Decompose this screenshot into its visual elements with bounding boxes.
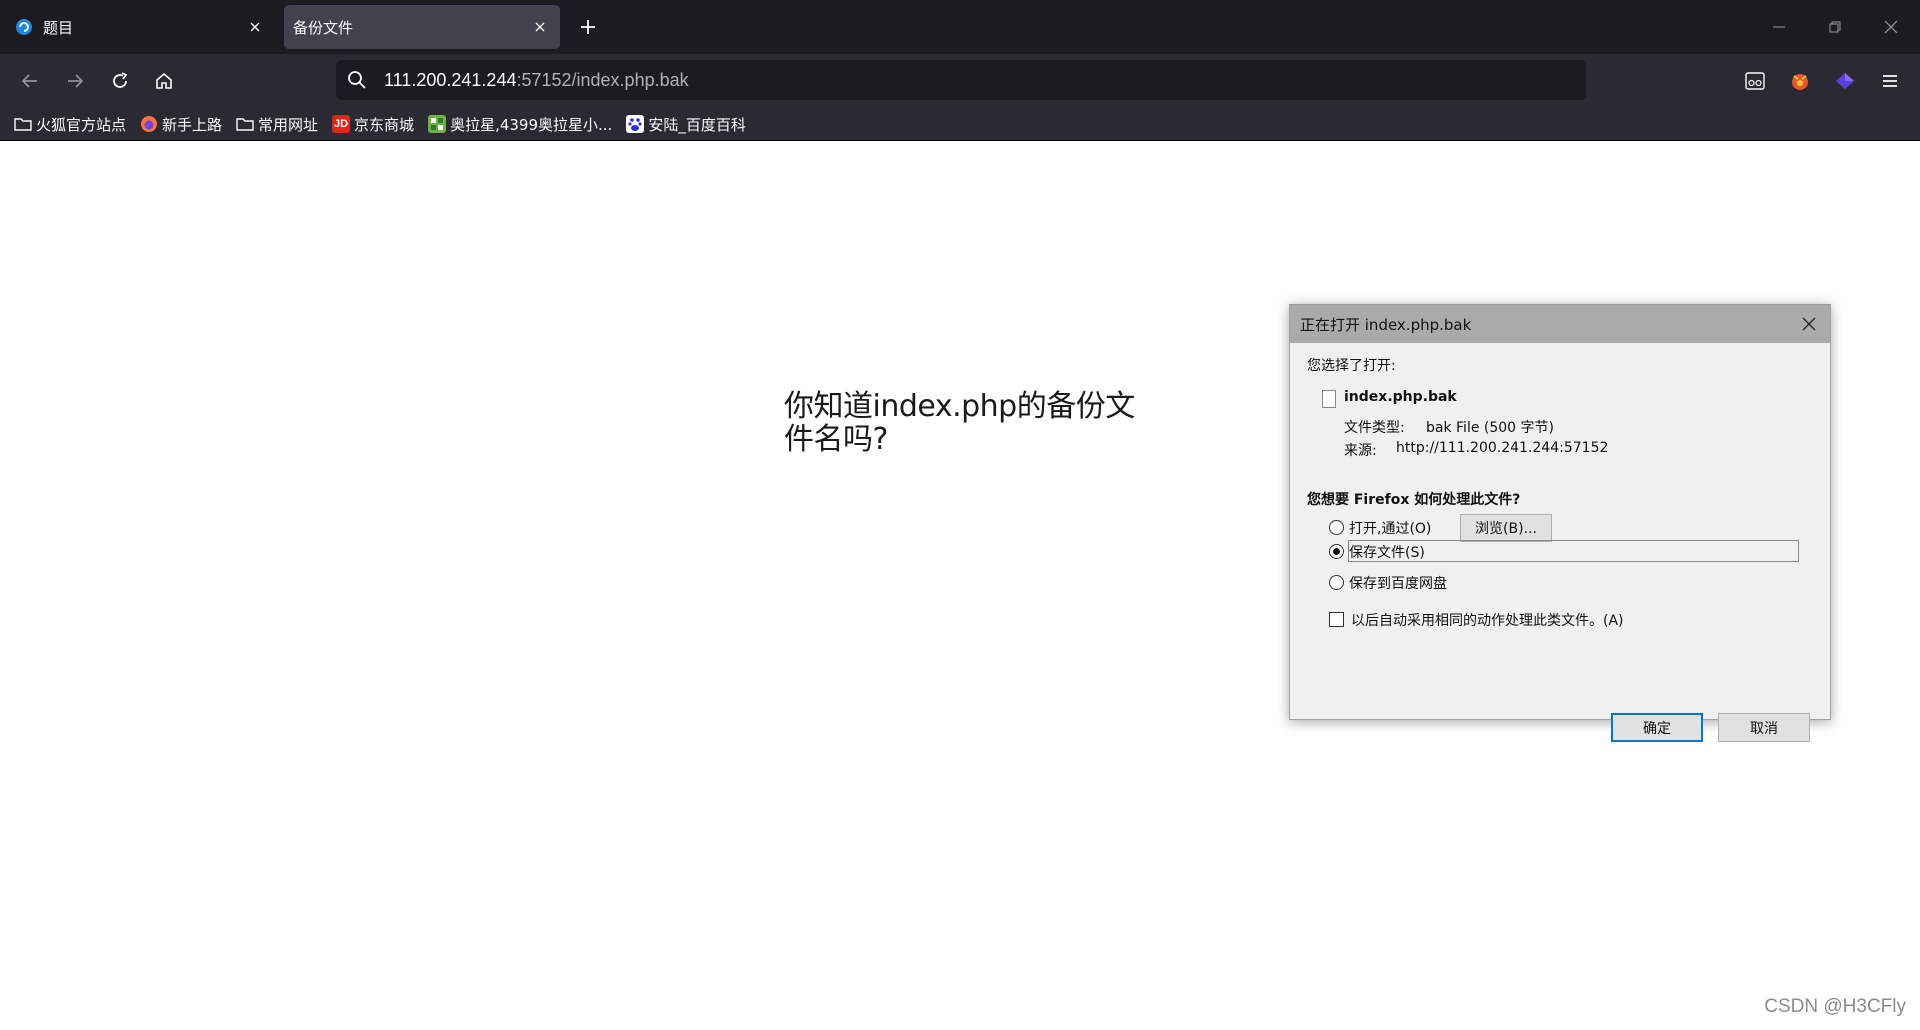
save-file-radio[interactable] (1329, 544, 1344, 559)
back-arrow-icon[interactable] (14, 65, 46, 97)
new-tab-button[interactable] (574, 13, 602, 41)
home-icon[interactable] (148, 65, 180, 97)
bookmark-label: 常用网址 (258, 115, 319, 134)
tab-label: 题目 (43, 18, 74, 37)
dialog-title: 正在打开 index.php.bak (1290, 305, 1830, 343)
bookmark-firefox-official[interactable]: 火狐官方站点 (14, 114, 126, 135)
bookmark-common-sites[interactable]: 常用网址 (236, 114, 318, 135)
forward-arrow-icon[interactable] (59, 65, 91, 97)
menu-icon[interactable] (1877, 68, 1903, 94)
remember-label[interactable]: 以后自动采用相同的动作处理此类文件。(A) (1351, 610, 1624, 630)
jd-icon: JD (332, 115, 351, 133)
site-favicon-icon (14, 17, 34, 37)
url-path: :57152/index.php.bak (516, 69, 689, 90)
bookmark-jd[interactable]: JD 京东商城 (332, 114, 414, 135)
tab-strip: 题目 备份文件 (0, 0, 1920, 54)
reader-mode-icon[interactable] (1742, 68, 1768, 94)
url-text: 111.200.241.244:57152/index.php.bak (384, 70, 689, 91)
source-value: http://111.200.241.244:57152 (1396, 440, 1609, 456)
bookmark-label: 京东商城 (354, 115, 415, 134)
tab-backup-file[interactable]: 备份文件 (284, 5, 560, 49)
restore-icon[interactable] (1816, 8, 1854, 46)
file-name: index.php.bak (1344, 389, 1457, 405)
source-label: 来源: (1344, 443, 1377, 459)
minimize-icon[interactable] (1760, 8, 1798, 46)
save-baidu-radio[interactable] (1329, 575, 1344, 590)
file-icon (1322, 390, 1336, 408)
bookmark-label: 奥拉星,4399奥拉星小... (450, 115, 613, 134)
cancel-button[interactable]: 取消 (1718, 713, 1810, 742)
bookmark-baidu-baike[interactable]: 安陆_百度百科 (626, 114, 746, 135)
bookmarks-toolbar: 火狐官方站点 新手上路 常用网址 JD 京东商城 奥拉星,4399奥拉星小...… (0, 108, 1920, 140)
fox-extension-icon[interactable] (1787, 68, 1813, 94)
tab-label: 备份文件 (293, 18, 354, 37)
bookmark-label: 新手上路 (162, 115, 223, 134)
close-tab-icon[interactable] (528, 15, 552, 39)
page-question-text: 你知道index.php的备份文件名吗? (784, 389, 1135, 457)
ok-button[interactable]: 确定 (1611, 713, 1703, 742)
open-with-label[interactable]: 打开,通过(O) (1349, 518, 1431, 538)
remember-checkbox[interactable] (1329, 612, 1344, 627)
purple-extension-icon[interactable] (1832, 68, 1858, 94)
bookmark-aola[interactable]: 奥拉星,4399奥拉星小... (428, 114, 612, 135)
dialog-close-icon[interactable] (1796, 311, 1822, 337)
bookmark-getting-started[interactable]: 新手上路 (140, 114, 222, 135)
aola-icon (428, 115, 447, 133)
save-baidu-label[interactable]: 保存到百度网盘 (1349, 573, 1447, 593)
search-icon (344, 67, 370, 93)
url-host: 111.200.241.244 (384, 69, 517, 90)
bookmark-label: 火狐官方站点 (36, 115, 127, 134)
save-file-label[interactable]: 保存文件(S) (1349, 542, 1425, 562)
tab-timu[interactable]: 题目 (5, 5, 275, 49)
download-dialog: 正在打开 index.php.bak 您选择了打开: index.php.bak… (1289, 304, 1831, 742)
file-type-label: 文件类型: (1344, 420, 1405, 436)
close-tab-icon[interactable] (243, 15, 267, 39)
browse-button[interactable]: 浏览(B)... (1460, 514, 1552, 542)
csdn-watermark: CSDN @H3CFly (1764, 996, 1906, 1017)
toolbar-divider (0, 140, 1920, 141)
address-bar[interactable]: 111.200.241.244:57152/index.php.bak (336, 60, 1586, 100)
navigation-toolbar: 111.200.241.244:57152/index.php.bak (0, 54, 1920, 108)
baidu-icon (626, 115, 645, 133)
you-chose-label: 您选择了打开: (1307, 358, 1396, 374)
reload-icon[interactable] (104, 65, 136, 97)
folder-icon (236, 115, 254, 133)
file-type-value: bak File (500 字节) (1426, 420, 1554, 436)
bookmark-label: 安陆_百度百科 (648, 115, 746, 134)
folder-icon (14, 115, 32, 133)
firefox-icon (140, 115, 158, 133)
close-window-icon[interactable] (1872, 8, 1910, 46)
question-label: 您想要 Firefox 如何处理此文件? (1307, 492, 1521, 508)
open-with-radio[interactable] (1329, 520, 1344, 535)
